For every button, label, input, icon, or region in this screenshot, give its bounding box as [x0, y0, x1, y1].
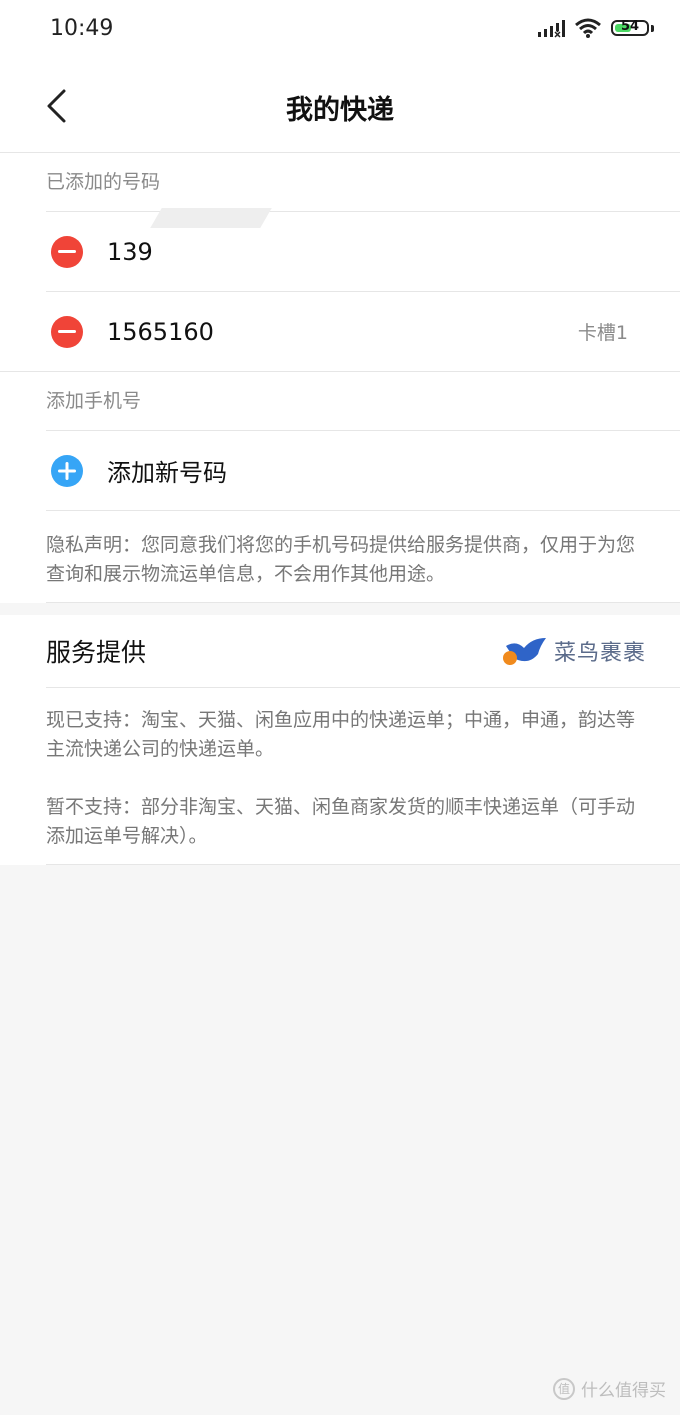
brand-name: 菜鸟裹裹	[553, 641, 646, 666]
unsupported-text: 暂不支持：部分非淘宝、天猫、闲鱼商家发货的顺丰快递运单（可手动添加运单号解决）。	[46, 796, 636, 847]
minus-icon	[58, 329, 76, 333]
supported-text: 现已支持：淘宝、天猫、闲鱼应用中的快递运单；中通，申通，韵达等主流快递公司的快递…	[46, 709, 636, 760]
section-gap	[0, 603, 680, 615]
battery-level: 54	[620, 19, 640, 34]
remove-number-button-2[interactable]	[51, 315, 83, 348]
added-numbers-label: 已添加的号码	[46, 171, 161, 193]
redaction-mark	[150, 208, 272, 228]
status-icons: 54	[537, 18, 654, 38]
phone-row-1: 139	[46, 208, 680, 291]
signal-icon	[538, 20, 565, 38]
cainiao-bird-icon	[502, 638, 546, 665]
page-header: 我的快递	[0, 62, 680, 153]
status-time: 10:49	[50, 16, 114, 41]
phone-number-1: 139	[107, 237, 153, 266]
privacy-statement: 隐私声明：您同意我们将您的手机号码提供给服务提供商，仅用于为您查询和展示物流运单…	[46, 510, 680, 603]
watermark-icon: 值	[553, 1377, 575, 1400]
add-phone-label: 添加手机号	[0, 371, 680, 430]
sim-slot-2: 卡槽1	[577, 322, 628, 344]
battery-cap	[651, 24, 654, 32]
add-number-button[interactable]	[51, 454, 83, 487]
add-number-label: 添加新号码	[107, 459, 227, 487]
battery-icon: 54	[611, 19, 649, 36]
main-panel: 10:49 54 我的快递 已添加的号码 139 1565160 卡槽1 添加手…	[0, 0, 680, 603]
phone-row-2: 1565160 卡槽1	[46, 291, 680, 371]
watermark: 值 什么值得买	[553, 1376, 666, 1401]
cainiao-brand: 菜鸟裹裹	[502, 635, 646, 667]
phone-number-2: 1565160	[107, 317, 214, 346]
support-info: 现已支持：淘宝、天猫、闲鱼应用中的快递运单；中通，申通，韵达等主流快递公司的快递…	[46, 687, 680, 865]
add-number-row[interactable]: 添加新号码	[46, 430, 680, 510]
remove-number-button-1[interactable]	[51, 235, 83, 268]
plus-icon	[58, 461, 76, 480]
service-header: 服务提供 菜鸟裹裹	[0, 615, 680, 687]
watermark-text: 什么值得买	[581, 1381, 666, 1401]
page-title: 我的快递	[286, 95, 394, 126]
service-title: 服务提供	[46, 638, 147, 667]
service-panel: 服务提供 菜鸟裹裹 现已支持：淘宝、天猫、闲鱼应用中的快递运单；中通，申通，韵达…	[0, 615, 680, 865]
wifi-icon	[575, 18, 601, 38]
status-bar: 10:49 54	[0, 0, 680, 62]
minus-icon	[58, 249, 76, 253]
